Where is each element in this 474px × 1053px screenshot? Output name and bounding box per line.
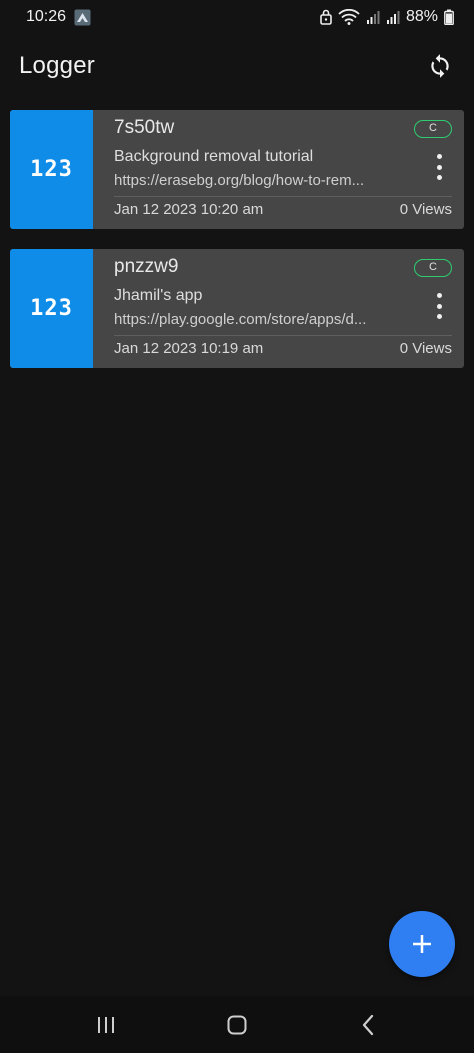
more-vert-icon: [436, 164, 442, 170]
status-bar: 10:26 88%: [0, 0, 474, 34]
more-vert-icon: [436, 314, 442, 319]
wifi-icon: [338, 9, 360, 25]
card-code: 7s50tw: [114, 117, 175, 138]
app-notification-icon: [74, 9, 91, 25]
link-list: 123 7s50tw Background removal tutorial h…: [10, 110, 464, 388]
card-badge: 123: [10, 249, 93, 368]
more-vert-icon: [436, 175, 442, 180]
app-bar: Logger: [0, 34, 474, 98]
status-time: 10:26: [26, 8, 67, 25]
battery-percent: 88%: [405, 8, 438, 25]
more-vert-icon: [436, 303, 442, 309]
card-chip: C: [414, 120, 452, 138]
add-link-button[interactable]: [389, 911, 455, 977]
card-body: pnzzw9 Jhamil's app https://play.google.…: [93, 249, 464, 368]
card-code: pnzzw9: [114, 256, 179, 277]
more-vert-icon: [436, 293, 442, 298]
more-vert-icon: [436, 154, 442, 159]
recents-button[interactable]: [86, 1005, 126, 1045]
signal-icon: [366, 11, 380, 24]
card-divider: [114, 196, 452, 197]
card-menu-button[interactable]: [430, 154, 448, 180]
card-title: Jhamil's app: [114, 287, 203, 304]
sync-button[interactable]: [424, 50, 456, 82]
home-button[interactable]: [217, 1005, 257, 1045]
signal-icon: [386, 11, 400, 24]
nav-bar: [0, 996, 474, 1053]
card-views: 0 Views: [399, 340, 452, 357]
card-title: Background removal tutorial: [114, 148, 314, 165]
card-views: 0 Views: [399, 201, 452, 218]
recents-icon: [97, 1016, 114, 1033]
home-icon: [227, 1015, 247, 1034]
link-card[interactable]: 123 pnzzw9 Jhamil's app https://play.goo…: [10, 249, 464, 368]
lock-icon: [320, 9, 332, 25]
card-url: https://erasebg.org/blog/how-to-rem...: [114, 172, 365, 189]
card-body: 7s50tw Background removal tutorial https…: [93, 110, 464, 229]
card-chip: C: [414, 259, 452, 277]
plus-icon: [413, 935, 431, 953]
back-icon: [363, 1014, 374, 1035]
card-url: https://play.google.com/store/apps/d...: [114, 311, 367, 328]
sync-icon: [431, 54, 449, 78]
link-card[interactable]: 123 7s50tw Background removal tutorial h…: [10, 110, 464, 229]
card-divider: [114, 335, 452, 336]
back-button[interactable]: [348, 1005, 388, 1045]
status-right: 88%: [320, 8, 454, 26]
card-badge: 123: [10, 110, 93, 229]
battery-icon: [444, 9, 454, 25]
card-date: Jan 12 2023 10:19 am: [114, 340, 264, 357]
card-menu-button[interactable]: [430, 293, 448, 319]
status-left: 10:26: [26, 8, 91, 26]
app-title: Logger: [19, 52, 95, 79]
screen: 10:26 88% Logger 123 7s50tw Background r…: [0, 0, 474, 1053]
card-date: Jan 12 2023 10:20 am: [114, 201, 264, 218]
